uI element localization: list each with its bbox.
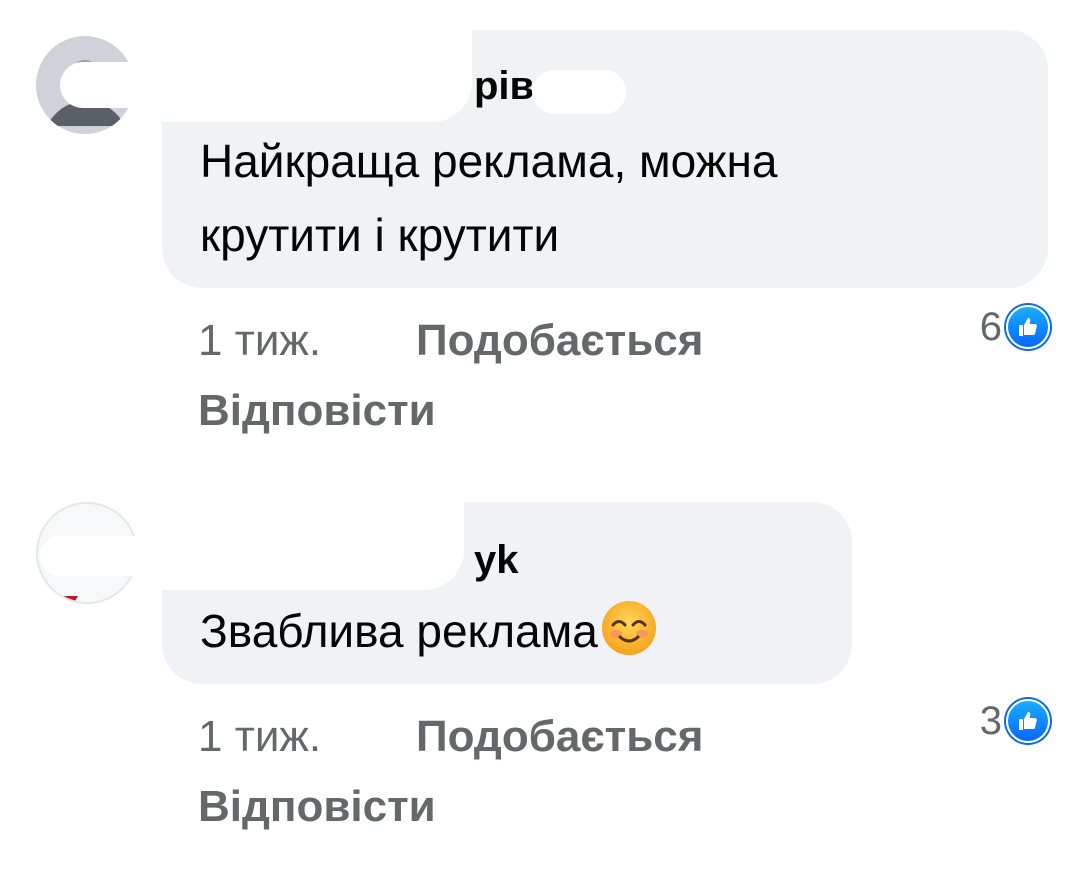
like-icon: [1006, 305, 1050, 349]
comment-text-line: Найкраща реклама, можна: [200, 135, 778, 187]
redaction-mark: [162, 502, 464, 590]
comment-text-line: крутити і крутити: [200, 209, 560, 261]
like-link[interactable]: Подобається: [416, 316, 703, 365]
comment-actions: 1 тиж. Подобається Відповісти: [198, 306, 703, 446]
comment-bubble[interactable]: рів Найкраща реклама, можна крутити і кр…: [162, 30, 1048, 288]
reaction-count: 6: [979, 305, 1002, 349]
reaction-summary[interactable]: 3: [980, 698, 1050, 744]
reply-link[interactable]: Відповісти: [198, 782, 436, 831]
comment-author[interactable]: yk: [474, 540, 519, 580]
reply-link[interactable]: Відповісти: [198, 386, 436, 435]
comment-text-line: Зваблива реклама: [200, 594, 658, 668]
redaction-mark: [162, 30, 472, 122]
comment-actions: 1 тиж. Подобається Відповісти: [198, 702, 703, 842]
comment: рів Найкраща реклама, можна крутити і кр…: [0, 0, 1080, 450]
comment-timestamp[interactable]: 1 тиж.: [198, 306, 416, 376]
redaction-mark: [532, 70, 626, 114]
reaction-summary[interactable]: 6: [980, 304, 1050, 350]
reaction-count: 3: [979, 699, 1002, 743]
comment-text: Зваблива реклама: [200, 605, 598, 657]
smiling-face-emoji-icon: [601, 601, 656, 655]
comment-bubble[interactable]: yk Зваблива реклама: [162, 502, 852, 684]
like-link[interactable]: Подобається: [416, 712, 703, 761]
comment-author[interactable]: рів: [474, 66, 534, 106]
comment-timestamp[interactable]: 1 тиж.: [198, 702, 416, 772]
comment: yk Зваблива реклама 1 тиж. Подобається В…: [0, 480, 1080, 876]
like-icon: [1006, 699, 1050, 743]
